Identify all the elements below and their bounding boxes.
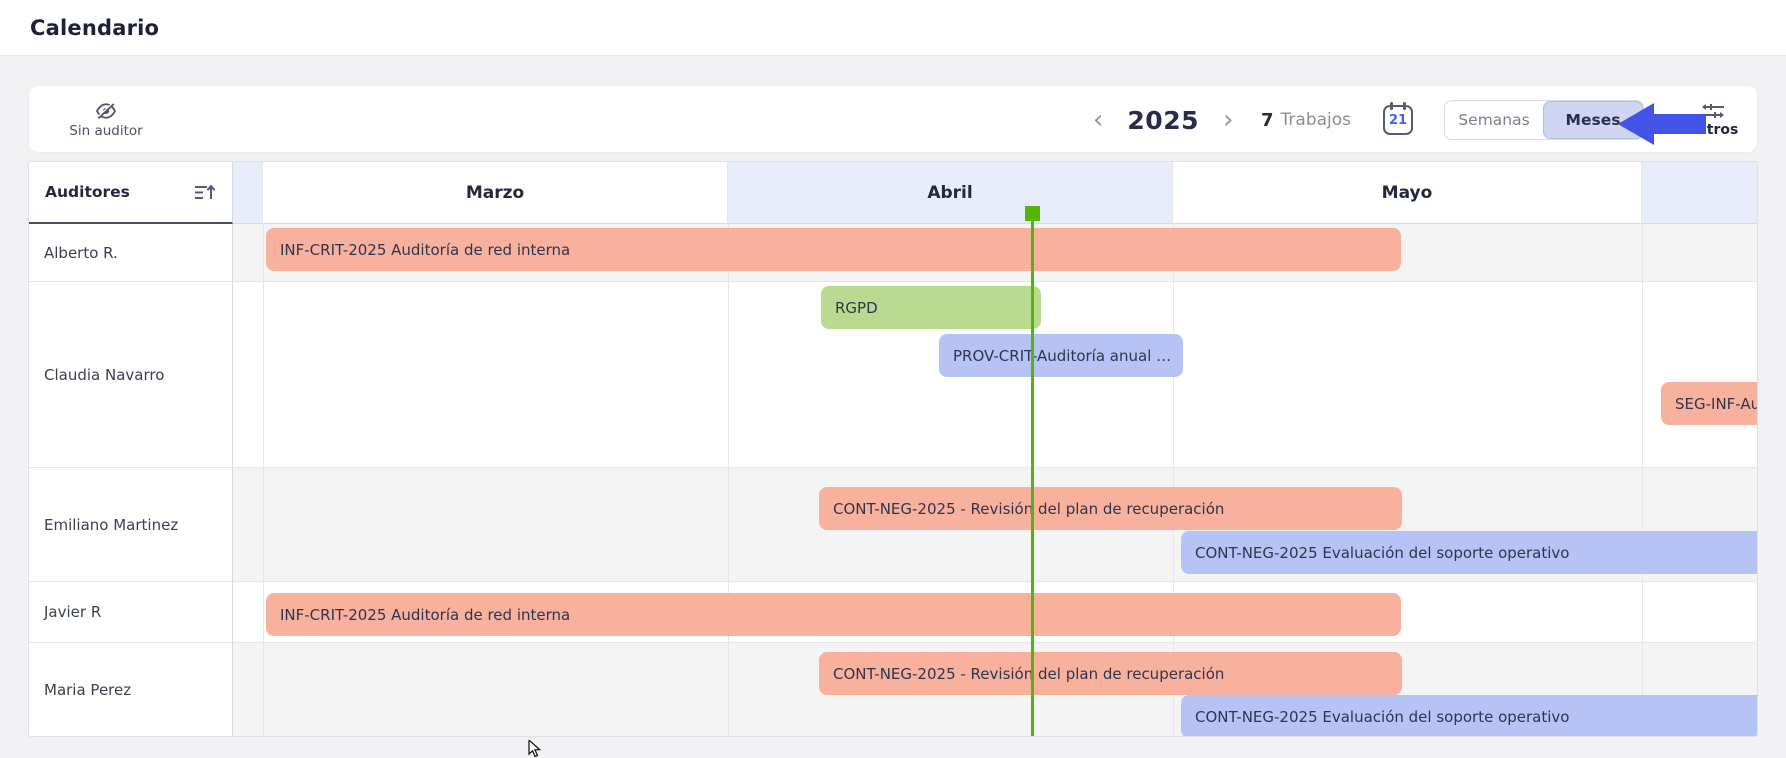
view-option-semanas[interactable]: Semanas bbox=[1445, 101, 1543, 139]
previous-year-button[interactable]: ‹ bbox=[1089, 107, 1107, 133]
calendar-toolbar: Sin auditor ‹ 2025 › 7 Trabajos 21 Seman… bbox=[28, 85, 1758, 153]
auditors-header-cell: Auditores bbox=[29, 162, 233, 224]
month-header-edge bbox=[1642, 162, 1758, 224]
no-auditor-label: Sin auditor bbox=[69, 123, 142, 139]
auditor-row: Maria Perez CONT-NEG-2025 - Revisión del … bbox=[29, 643, 1758, 737]
auditor-row: Claudia Navarro RGPD PROV-CRIT-Auditoría a… bbox=[29, 282, 1758, 468]
month-divider bbox=[263, 643, 264, 737]
gantt-calendar-grid: Auditores MarzoAbrilMayo Alberto R. INF-C… bbox=[28, 161, 1758, 737]
grid-body: Alberto R. INF-CRIT-2025 Auditoría de red… bbox=[29, 224, 1758, 737]
timeline-lane: INF-CRIT-2025 Auditoría de red interna bbox=[233, 224, 1758, 282]
auditor-name[interactable]: Maria Perez bbox=[29, 643, 233, 737]
view-mode-toggle: SemanasMeses bbox=[1444, 100, 1644, 140]
month-header-marzo: Marzo bbox=[263, 162, 728, 224]
month-header-mayo: Mayo bbox=[1173, 162, 1642, 224]
eye-off-icon bbox=[95, 102, 117, 120]
timeline-lane: INF-CRIT-2025 Auditoría de red interna bbox=[233, 582, 1758, 643]
year-label: 2025 bbox=[1127, 106, 1199, 135]
page-title: Calendario bbox=[30, 0, 159, 56]
timeline-lane: CONT-NEG-2025 - Revisión del plan de rec… bbox=[233, 468, 1758, 582]
gantt-task-bar[interactable]: PROV-CRIT-Auditoría anual … bbox=[939, 334, 1183, 377]
mouse-cursor-icon bbox=[528, 740, 543, 758]
grid-header-row: Auditores MarzoAbrilMayo bbox=[29, 162, 1758, 224]
filters-label: Filtros bbox=[1688, 122, 1739, 138]
auditor-name[interactable]: Emiliano Martinez bbox=[29, 468, 233, 582]
next-year-button[interactable]: › bbox=[1219, 107, 1237, 133]
jobs-count: 7 bbox=[1261, 110, 1274, 131]
timeline-lane: RGPD PROV-CRIT-Auditoría anual … SEG-INF-A… bbox=[233, 282, 1758, 468]
gantt-task-bar[interactable]: SEG-INF-Aud bbox=[1661, 382, 1758, 425]
month-divider bbox=[1642, 582, 1643, 642]
auditor-name[interactable]: Claudia Navarro bbox=[29, 282, 233, 468]
gantt-task-bar[interactable]: CONT-NEG-2025 - Revisión del plan de rec… bbox=[819, 652, 1402, 695]
gantt-task-bar[interactable]: INF-CRIT-2025 Auditoría de red interna bbox=[266, 228, 1401, 271]
month-divider bbox=[263, 468, 264, 581]
month-divider bbox=[263, 582, 264, 642]
jobs-counter: 7 Trabajos bbox=[1261, 86, 1351, 154]
no-auditor-toggle[interactable]: Sin auditor bbox=[51, 94, 161, 146]
month-divider bbox=[728, 468, 729, 581]
month-divider bbox=[263, 282, 264, 467]
auditor-row: Emiliano Martinez CONT-NEG-2025 - Revisió… bbox=[29, 468, 1758, 582]
view-option-meses[interactable]: Meses bbox=[1543, 101, 1643, 139]
month-header-edge bbox=[233, 162, 263, 224]
month-header-abril: Abril bbox=[728, 162, 1173, 224]
timeline-lane: CONT-NEG-2025 - Revisión del plan de rec… bbox=[233, 643, 1758, 737]
month-divider bbox=[263, 224, 264, 281]
year-navigation: ‹ 2025 › bbox=[1089, 86, 1237, 154]
gantt-task-bar[interactable]: CONT-NEG-2025 Evaluación del soporte ope… bbox=[1181, 695, 1758, 737]
jobs-count-label: Trabajos bbox=[1281, 110, 1351, 130]
today-marker-handle[interactable] bbox=[1025, 206, 1040, 221]
filters-button[interactable]: Filtros bbox=[1677, 93, 1749, 147]
month-divider bbox=[728, 643, 729, 737]
calendar-day-number: 21 bbox=[1389, 113, 1407, 128]
gantt-task-bar[interactable]: RGPD bbox=[821, 286, 1041, 329]
calendar-day-button[interactable]: 21 bbox=[1383, 105, 1413, 135]
auditors-header-label: Auditores bbox=[45, 183, 130, 201]
month-divider bbox=[1642, 224, 1643, 281]
auditor-row: Javier R INF-CRIT-2025 Auditoría de red i… bbox=[29, 582, 1758, 643]
auditor-row: Alberto R. INF-CRIT-2025 Auditoría de red… bbox=[29, 224, 1758, 282]
filter-sliders-icon bbox=[1700, 103, 1726, 120]
gantt-task-bar[interactable]: INF-CRIT-2025 Auditoría de red interna bbox=[266, 593, 1401, 636]
gantt-task-bar[interactable]: CONT-NEG-2025 - Revisión del plan de rec… bbox=[819, 487, 1402, 530]
auditor-name[interactable]: Alberto R. bbox=[29, 224, 233, 282]
month-divider bbox=[1642, 282, 1643, 467]
month-divider bbox=[728, 282, 729, 467]
top-title-bar: Calendario bbox=[0, 0, 1786, 56]
auditor-name[interactable]: Javier R bbox=[29, 582, 233, 643]
gantt-task-bar[interactable]: CONT-NEG-2025 Evaluación del soporte ope… bbox=[1181, 531, 1758, 574]
sort-ascending-icon[interactable] bbox=[194, 184, 216, 201]
